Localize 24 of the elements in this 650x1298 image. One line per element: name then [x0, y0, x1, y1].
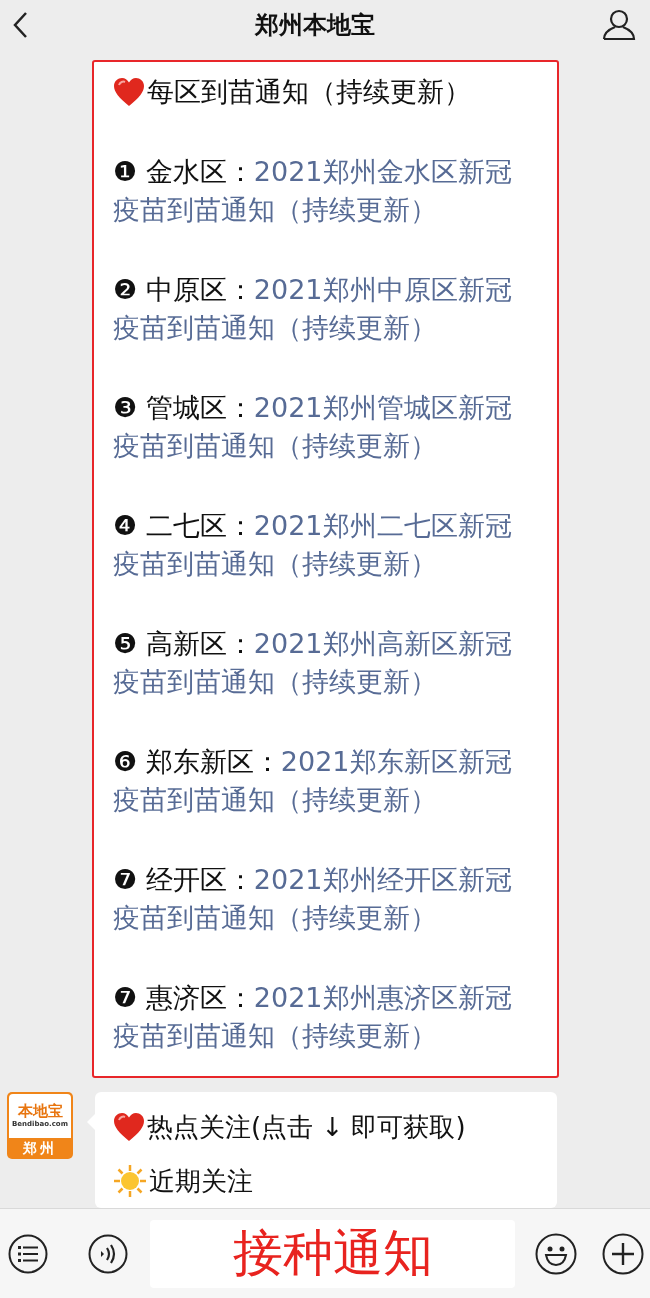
profile-icon[interactable]: [602, 9, 636, 41]
message-text: 近期关注: [149, 1165, 253, 1198]
district-notice-link[interactable]: ❺ 高新区：2021郑州高新区新冠疫苗到苗通知（持续更新）: [113, 625, 537, 701]
district-notice-link[interactable]: ❼ 惠济区：2021郑州惠济区新冠疫苗到苗通知（持续更新）: [113, 979, 537, 1055]
voice-icon[interactable]: [88, 1233, 128, 1274]
page-title: 郑州本地宝: [255, 10, 375, 41]
card-heading: 每区到苗通知（持续更新）: [147, 75, 471, 109]
message-text: 热点关注(点击 ↓ 即可获取): [147, 1111, 466, 1144]
heart-icon: [113, 77, 145, 107]
emoji-icon[interactable]: [535, 1232, 577, 1275]
district-notice-link[interactable]: ❶ 金水区：2021郑州金水区新冠疫苗到苗通知（持续更新）: [113, 153, 537, 229]
district-notice-link[interactable]: ❸ 管城区：2021郑州管城区新冠疫苗到苗通知（持续更新）: [113, 389, 537, 465]
district-notice-link[interactable]: ❹ 二七区：2021郑州二七区新冠疫苗到苗通知（持续更新）: [113, 507, 537, 583]
heart-icon: [113, 1112, 145, 1142]
menu-icon[interactable]: [8, 1233, 48, 1274]
add-icon[interactable]: [602, 1232, 644, 1275]
district-notice-link[interactable]: ❼ 经开区：2021郑州经开区新冠疫苗到苗通知（持续更新）: [113, 861, 537, 937]
sun-icon: [113, 1164, 147, 1198]
logo-brand: 本地宝: [17, 1103, 63, 1120]
input-field[interactable]: 接种通知: [150, 1219, 515, 1288]
district-notice-link[interactable]: ❻ 郑东新区：2021郑东新区新冠疫苗到苗通知（持续更新）: [113, 743, 537, 819]
district-notice-link[interactable]: ❷ 中原区：2021郑州中原区新冠疫苗到苗通知（持续更新）: [113, 271, 537, 347]
logo-city: 郑州: [22, 1139, 58, 1158]
back-icon[interactable]: [12, 11, 28, 39]
